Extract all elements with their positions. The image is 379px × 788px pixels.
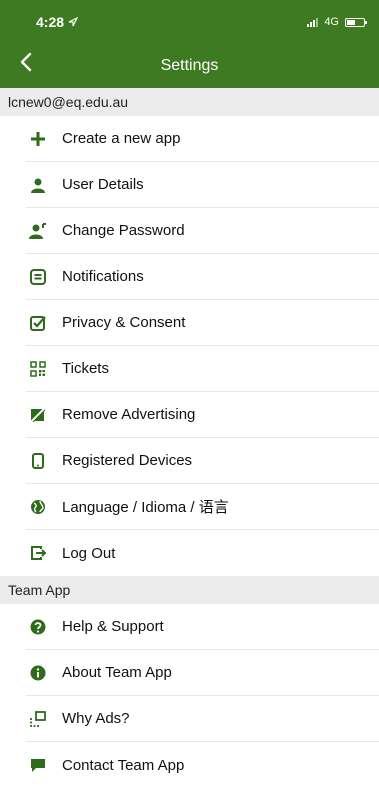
info-circle-icon bbox=[26, 661, 50, 685]
list-item-tickets[interactable]: Tickets bbox=[26, 346, 379, 392]
list-item-about-team-app[interactable]: About Team App bbox=[26, 650, 379, 696]
list-item-language[interactable]: Language / Idioma / 语言 bbox=[26, 484, 379, 530]
list-item-privacy-consent[interactable]: Privacy & Consent bbox=[26, 300, 379, 346]
qr-code-icon bbox=[26, 357, 50, 381]
list-item-label: Create a new app bbox=[62, 130, 181, 147]
list-item-notifications[interactable]: Notifications bbox=[26, 254, 379, 300]
user-icon bbox=[26, 173, 50, 197]
globe-icon bbox=[26, 495, 50, 519]
back-chevron-icon[interactable] bbox=[20, 52, 32, 72]
list-item-label: Help & Support bbox=[62, 618, 164, 635]
list-item-label: Notifications bbox=[62, 268, 144, 285]
team-app-list: Help & Support About Team App Why Ads? C… bbox=[0, 604, 379, 788]
network-type: 4G bbox=[324, 16, 339, 28]
list-item-user-details[interactable]: User Details bbox=[26, 162, 379, 208]
list-item-help-support[interactable]: Help & Support bbox=[26, 604, 379, 650]
team-app-section-label: Team App bbox=[8, 582, 71, 598]
list-item-contact-team-app[interactable]: Contact Team App bbox=[26, 742, 379, 788]
status-bar: 4:28 4G bbox=[0, 0, 379, 44]
list-item-why-ads[interactable]: Why Ads? bbox=[26, 696, 379, 742]
logout-icon bbox=[26, 541, 50, 565]
list-item-change-password[interactable]: Change Password bbox=[26, 208, 379, 254]
list-item-label: Remove Advertising bbox=[62, 406, 196, 423]
message-box-icon bbox=[26, 265, 50, 289]
user-key-icon bbox=[26, 219, 50, 243]
list-item-registered-devices[interactable]: Registered Devices bbox=[26, 438, 379, 484]
list-item-label: User Details bbox=[62, 176, 144, 193]
list-item-label: Contact Team App bbox=[62, 756, 185, 774]
list-item-log-out[interactable]: Log Out bbox=[26, 530, 379, 576]
chat-bubble-icon bbox=[26, 753, 50, 777]
list-item-label: Registered Devices bbox=[62, 452, 193, 469]
question-circle-icon bbox=[26, 615, 50, 639]
list-item-label: Why Ads? bbox=[62, 710, 130, 727]
list-item-label: Tickets bbox=[62, 360, 109, 377]
signal-icon bbox=[307, 17, 319, 27]
account-section-header: lcnew0@eq.edu.au bbox=[0, 88, 379, 116]
account-email: lcnew0@eq.edu.au bbox=[8, 94, 129, 110]
list-item-label: Language / Idioma / 语言 bbox=[62, 499, 229, 516]
status-time-group: 4:28 bbox=[36, 14, 79, 30]
battery-icon bbox=[345, 17, 367, 27]
check-square-icon bbox=[26, 311, 50, 335]
ads-expand-icon bbox=[26, 707, 50, 731]
list-item-label: Log Out bbox=[62, 544, 116, 562]
list-item-label: About Team App bbox=[62, 664, 172, 681]
status-right-group: 4G bbox=[307, 16, 367, 28]
no-ads-icon bbox=[26, 403, 50, 427]
nav-bar: Settings bbox=[0, 44, 379, 88]
status-time: 4:28 bbox=[36, 14, 65, 30]
page-title: Settings bbox=[160, 57, 219, 74]
plus-icon bbox=[26, 127, 50, 151]
list-item-label: Change Password bbox=[62, 222, 185, 239]
location-arrow-icon bbox=[68, 17, 79, 27]
list-item-label: Privacy & Consent bbox=[62, 314, 186, 331]
list-item-create-app[interactable]: Create a new app bbox=[26, 116, 379, 162]
account-list: Create a new app User Details Change Pas… bbox=[0, 116, 379, 576]
team-app-section-header: Team App bbox=[0, 576, 379, 604]
mobile-device-icon bbox=[26, 449, 50, 473]
list-item-remove-advertising[interactable]: Remove Advertising bbox=[26, 392, 379, 438]
